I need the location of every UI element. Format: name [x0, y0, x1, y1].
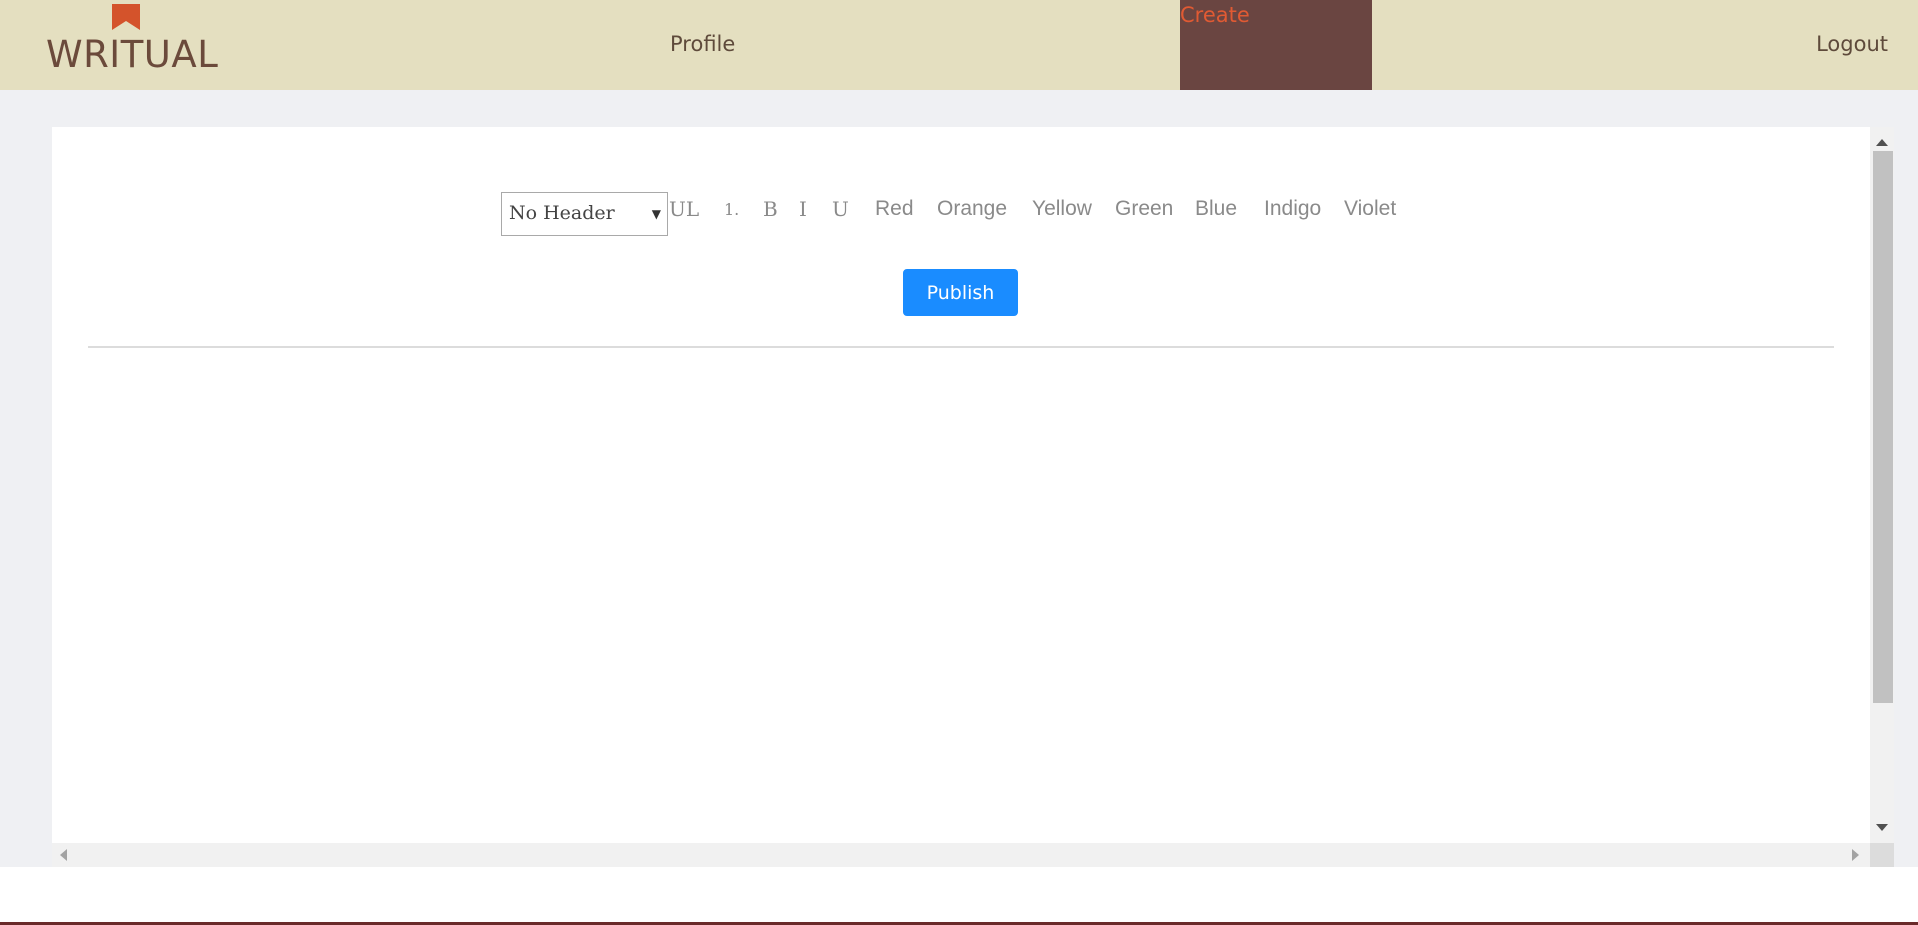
color-orange-button[interactable]: Orange: [937, 198, 1007, 219]
bold-button[interactable]: B: [763, 199, 778, 219]
bookmark-icon: [112, 4, 140, 30]
color-blue-button[interactable]: Blue: [1195, 198, 1237, 219]
header-select-value: No Header: [509, 202, 615, 224]
scroll-left-icon[interactable]: [60, 849, 67, 861]
formatting-toolbar: No Header ▼ UL 1. B I U Red Orange Yello…: [501, 192, 1401, 238]
color-red-button[interactable]: Red: [875, 198, 914, 219]
vertical-scroll-thumb[interactable]: [1873, 151, 1893, 703]
nav-create-tab[interactable]: Create: [1180, 0, 1372, 90]
nav-create-label: Create: [1180, 3, 1250, 27]
chevron-down-icon: ▼: [651, 207, 661, 221]
writual-logo[interactable]: WRITUAL: [44, 0, 218, 80]
header-level-select[interactable]: No Header ▼: [501, 192, 668, 236]
color-violet-button[interactable]: Violet: [1344, 198, 1396, 219]
nav-logout-link[interactable]: Logout: [1816, 34, 1888, 55]
editor-content-area[interactable]: [88, 353, 1834, 823]
color-indigo-button[interactable]: Indigo: [1264, 198, 1321, 219]
italic-button[interactable]: I: [799, 199, 807, 219]
scroll-down-icon[interactable]: [1876, 824, 1888, 831]
scrollbar-corner: [1870, 843, 1894, 867]
vertical-scrollbar[interactable]: [1870, 127, 1894, 843]
editor-frame: No Header ▼ UL 1. B I U Red Orange Yello…: [52, 127, 1870, 843]
top-navbar: WRITUAL Profile Create Logout: [0, 0, 1918, 90]
color-yellow-button[interactable]: Yellow: [1032, 198, 1092, 219]
toolbar-divider: [88, 346, 1834, 348]
logo-text: WRITUAL: [46, 33, 219, 76]
unordered-list-button[interactable]: UL: [669, 199, 699, 219]
scroll-up-icon[interactable]: [1876, 139, 1888, 146]
underline-button[interactable]: U: [832, 199, 849, 219]
scroll-right-icon[interactable]: [1852, 849, 1859, 861]
editor-frame-area: No Header ▼ UL 1. B I U Red Orange Yello…: [0, 90, 1918, 867]
ordered-list-button[interactable]: 1.: [724, 202, 739, 218]
color-green-button[interactable]: Green: [1115, 198, 1173, 219]
publish-button[interactable]: Publish: [903, 269, 1018, 316]
horizontal-scrollbar[interactable]: [52, 843, 1894, 867]
nav-profile-link[interactable]: Profile: [670, 34, 735, 55]
